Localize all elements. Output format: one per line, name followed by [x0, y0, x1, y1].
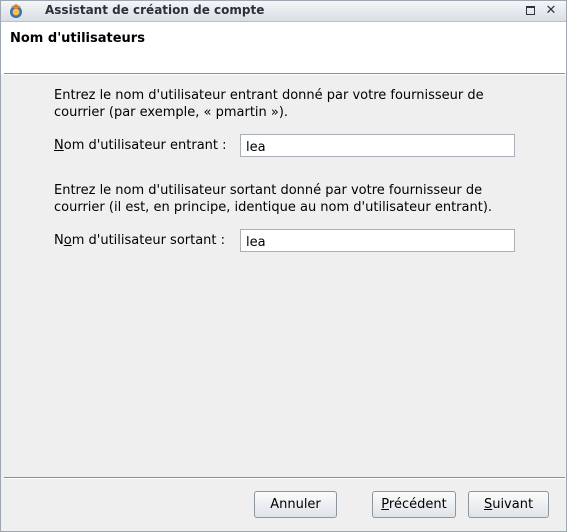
incoming-label-accesskey: N — [54, 138, 64, 153]
next-accesskey: S — [483, 497, 493, 512]
title-bar[interactable]: Assistant de création de compte ✕ — [1, 1, 566, 22]
incoming-label-text: om d'utilisateur entrant : — [63, 138, 227, 153]
close-icon[interactable]: ✕ — [544, 4, 558, 18]
previous-accesskey: P — [381, 497, 389, 512]
window-title: Assistant de création de compte — [45, 3, 265, 17]
cancel-button[interactable]: Annuler — [254, 491, 337, 518]
incoming-username-label: Nom d'utilisateur entrant : — [54, 138, 227, 153]
previous-button[interactable]: Précédent — [372, 491, 456, 518]
previous-label: récédent — [388, 497, 447, 512]
maximize-icon[interactable] — [524, 4, 538, 18]
outgoing-label-text: m d'utilisateur sortant : — [71, 233, 226, 248]
footer-separator — [4, 477, 565, 479]
wizard-window: Assistant de création de compte ✕ Nom d'… — [0, 0, 567, 532]
thunderbird-app-icon — [10, 4, 22, 18]
outgoing-label-start: N — [54, 233, 64, 248]
next-button[interactable]: Suivant — [468, 491, 549, 518]
outgoing-description: Entrez le nom d'utilisateur sortant donn… — [54, 183, 493, 215]
wizard-header: Nom d'utilisateurs — [1, 22, 566, 74]
next-label: uivant — [492, 497, 534, 512]
outgoing-username-input[interactable] — [240, 229, 515, 252]
outgoing-username-label: Nom d'utilisateur sortant : — [54, 233, 225, 248]
outgoing-label-accesskey: o — [63, 233, 72, 248]
incoming-description: Entrez le nom d'utilisateur entrant donn… — [54, 88, 484, 120]
page-title: Nom d'utilisateurs — [10, 31, 145, 46]
header-separator — [4, 73, 565, 75]
incoming-username-input[interactable] — [240, 134, 515, 157]
